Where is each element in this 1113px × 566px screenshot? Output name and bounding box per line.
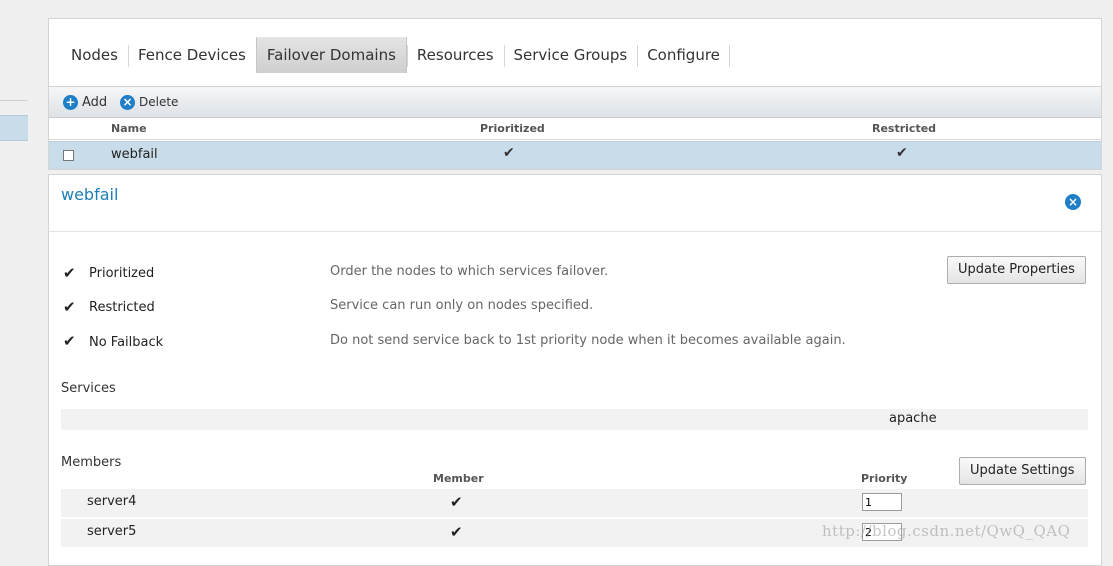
tab-service-groups[interactable]: Service Groups	[503, 37, 638, 73]
member-checkbox[interactable]: ✔	[450, 493, 463, 511]
left-nav-strip	[0, 0, 28, 551]
add-button[interactable]: + Add	[63, 94, 107, 110]
tab-failover-domains[interactable]: Failover Domains	[255, 37, 407, 73]
details-divider	[49, 231, 1101, 232]
plus-icon: +	[63, 94, 78, 110]
prioritized-check-icon: ✔	[503, 145, 515, 161]
tab-bar: Nodes Fence Devices Failover Domains Res…	[49, 37, 730, 73]
prioritized-checkbox[interactable]: ✔	[63, 266, 77, 281]
close-icon: ×	[120, 94, 135, 110]
members-section-label: Members	[61, 455, 122, 470]
restricted-description: Service can run only on nodes specified.	[330, 298, 594, 313]
delete-button-label: Delete	[139, 95, 179, 109]
prioritized-description: Order the nodes to which services failov…	[330, 264, 609, 279]
column-header-restricted[interactable]: Restricted	[872, 122, 936, 135]
toolbar: + Add × Delete	[49, 86, 1101, 118]
member-name: server4	[87, 494, 137, 509]
member-column-header: Member	[433, 472, 484, 485]
service-row[interactable]: apache	[61, 409, 1088, 430]
member-name: server5	[87, 524, 137, 539]
table-row[interactable]: webfail ✔ ✔	[49, 141, 1101, 169]
priority-column-header: Priority	[861, 472, 908, 485]
no-failback-checkbox[interactable]: ✔	[63, 334, 77, 349]
service-name: apache	[889, 411, 937, 426]
services-section-label: Services	[61, 381, 116, 396]
tab-resources[interactable]: Resources	[406, 37, 504, 73]
domain-details-panel: webfail × ✔ Prioritized Order the nodes …	[48, 174, 1102, 566]
column-header-name[interactable]: Name	[111, 122, 147, 135]
no-failback-label: No Failback	[89, 335, 164, 350]
no-failback-description: Do not send service back to 1st priority…	[330, 333, 846, 348]
update-properties-button[interactable]: Update Properties	[947, 256, 1086, 284]
grid-header: Name Prioritized Restricted	[49, 117, 1101, 140]
close-icon[interactable]: ×	[1065, 194, 1081, 210]
details-title: webfail	[61, 185, 119, 204]
tab-fence-devices[interactable]: Fence Devices	[127, 37, 256, 73]
left-nav-selected-item[interactable]	[0, 115, 28, 141]
restricted-label: Restricted	[89, 300, 155, 315]
member-checkbox[interactable]: ✔	[450, 523, 463, 541]
prioritized-label: Prioritized	[89, 266, 155, 281]
add-button-label: Add	[82, 94, 108, 110]
row-name: webfail	[111, 147, 158, 162]
restricted-check-icon: ✔	[896, 145, 908, 161]
left-nav-divider	[0, 100, 28, 101]
delete-button[interactable]: × Delete	[120, 94, 178, 110]
failover-domains-panel: Nodes Fence Devices Failover Domains Res…	[48, 18, 1102, 170]
row-checkbox[interactable]	[63, 150, 74, 161]
tab-nodes[interactable]: Nodes	[49, 37, 128, 73]
restricted-checkbox[interactable]: ✔	[63, 300, 77, 315]
member-row: server4 ✔	[61, 489, 1088, 517]
watermark: http://blog.csdn.net/QwQ_QAQ	[822, 522, 1071, 540]
priority-input[interactable]	[862, 493, 902, 511]
update-settings-button[interactable]: Update Settings	[959, 457, 1086, 485]
tab-configure[interactable]: Configure	[637, 37, 730, 73]
column-header-prioritized[interactable]: Prioritized	[480, 122, 545, 135]
